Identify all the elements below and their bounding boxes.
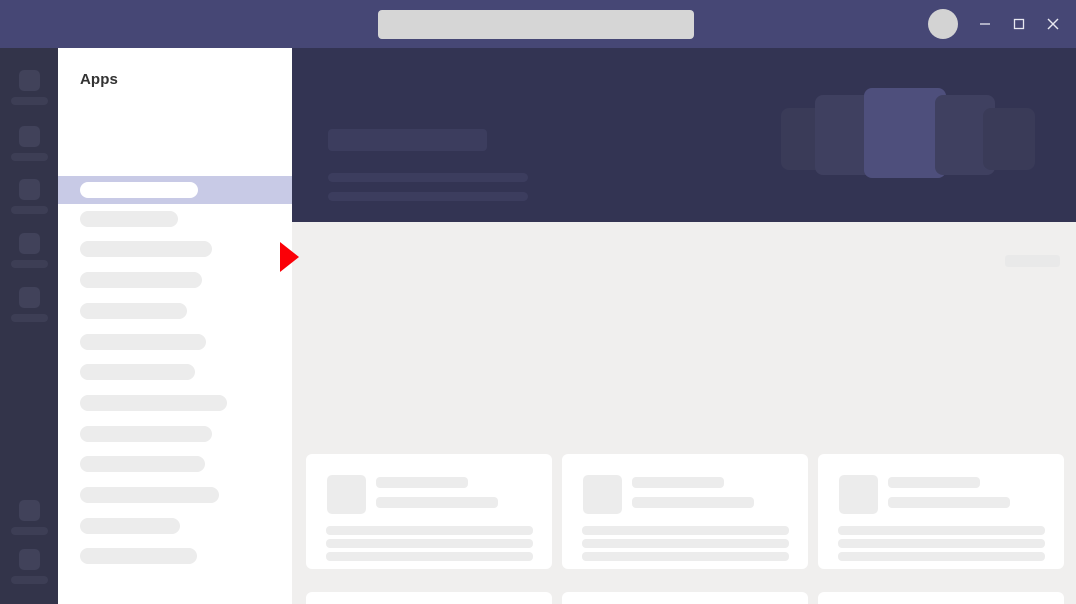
titlebar (0, 0, 1076, 48)
rail-app-icon (18, 549, 40, 570)
app-card-4[interactable] (306, 592, 552, 604)
sidebar-item-10[interactable] (58, 456, 292, 472)
banner-text-line-1 (328, 173, 528, 182)
rail-app-icon (18, 233, 40, 254)
hero-banner (292, 48, 1076, 222)
rail-item-label (10, 97, 48, 105)
rail-item-5[interactable] (0, 287, 58, 322)
app-description-line-2 (838, 539, 1045, 548)
banner-title-placeholder (328, 129, 487, 151)
app-publisher (376, 497, 498, 508)
sidebar-header: Apps (58, 48, 292, 110)
sidebar-item-9[interactable] (58, 426, 292, 442)
rail-item-label (10, 153, 48, 161)
app-description-line-2 (582, 539, 789, 548)
app-description-line-1 (582, 526, 789, 535)
app-description-line-2 (326, 539, 533, 548)
rail-app-icon (18, 500, 40, 521)
app-name (888, 477, 980, 488)
sidebar-item-13[interactable] (58, 548, 292, 564)
sidebar-item-label (80, 211, 178, 227)
app-card-6[interactable] (818, 592, 1064, 604)
content-header-placeholder (1005, 255, 1060, 267)
rail-app-icon (18, 70, 40, 91)
page-title: Apps (80, 70, 118, 88)
rail-item-1[interactable] (0, 70, 58, 105)
sidebar-item-label (80, 182, 198, 198)
app-card-1[interactable] (306, 454, 552, 569)
app-description-line-1 (838, 526, 1045, 535)
sidebar-item-label (80, 548, 197, 564)
close-icon (1047, 18, 1059, 30)
sidebar: Apps (58, 48, 292, 604)
sidebar-item-label (80, 364, 195, 380)
rail-item-label (10, 527, 48, 535)
app-name (632, 477, 724, 488)
left-rail (0, 48, 58, 604)
rail-item-7[interactable] (0, 549, 58, 584)
app-card-3[interactable] (818, 454, 1064, 569)
sidebar-item-label (80, 487, 219, 503)
rail-item-label (10, 576, 48, 584)
sidebar-item-label (80, 518, 180, 534)
sidebar-item-label (80, 426, 212, 442)
carousel-card-5[interactable] (983, 108, 1035, 170)
close-button[interactable] (1038, 9, 1068, 39)
rail-item-label (10, 260, 48, 268)
sidebar-item-label (80, 303, 187, 319)
app-description-line-3 (582, 552, 789, 561)
sidebar-item-label (80, 334, 206, 350)
app-window: Apps (0, 0, 1076, 604)
app-card-5[interactable] (562, 592, 808, 604)
app-card-2[interactable] (562, 454, 808, 569)
titlebar-controls (928, 0, 1076, 48)
sidebar-item-6[interactable] (58, 334, 292, 350)
rail-item-4[interactable] (0, 233, 58, 268)
app-icon (839, 475, 878, 514)
rail-item-label (10, 314, 48, 322)
rail-app-icon (18, 179, 40, 200)
sidebar-item-1[interactable] (58, 176, 292, 204)
maximize-icon (1013, 18, 1025, 30)
sidebar-item-label (80, 395, 227, 411)
rail-item-label (10, 206, 48, 214)
sidebar-item-8[interactable] (58, 395, 292, 411)
maximize-button[interactable] (1004, 9, 1034, 39)
main-content (292, 48, 1076, 604)
rail-item-2[interactable] (0, 126, 58, 161)
sidebar-item-3[interactable] (58, 241, 292, 257)
app-publisher (888, 497, 1010, 508)
app-description-line-3 (326, 552, 533, 561)
sidebar-item-label (80, 456, 205, 472)
banner-text-line-2 (328, 192, 528, 201)
rail-item-6[interactable] (0, 500, 58, 535)
sidebar-item-label (80, 272, 202, 288)
red-pointer-marker (280, 242, 299, 272)
rail-item-3[interactable] (0, 179, 58, 214)
app-name (376, 477, 468, 488)
sidebar-item-2[interactable] (58, 211, 292, 227)
rail-app-icon (18, 126, 40, 147)
sidebar-item-11[interactable] (58, 487, 292, 503)
search-input[interactable] (378, 10, 694, 39)
minimize-button[interactable] (970, 9, 1000, 39)
sidebar-item-12[interactable] (58, 518, 292, 534)
app-publisher (632, 497, 754, 508)
carousel-card-3[interactable] (864, 88, 946, 178)
avatar[interactable] (928, 9, 958, 39)
app-description-line-1 (326, 526, 533, 535)
minimize-icon (980, 23, 990, 25)
sidebar-item-label (80, 241, 212, 257)
rail-app-icon (18, 287, 40, 308)
sidebar-item-5[interactable] (58, 303, 292, 319)
sidebar-item-7[interactable] (58, 364, 292, 380)
app-description-line-3 (838, 552, 1045, 561)
app-icon (327, 475, 366, 514)
app-icon (583, 475, 622, 514)
sidebar-item-4[interactable] (58, 272, 292, 288)
